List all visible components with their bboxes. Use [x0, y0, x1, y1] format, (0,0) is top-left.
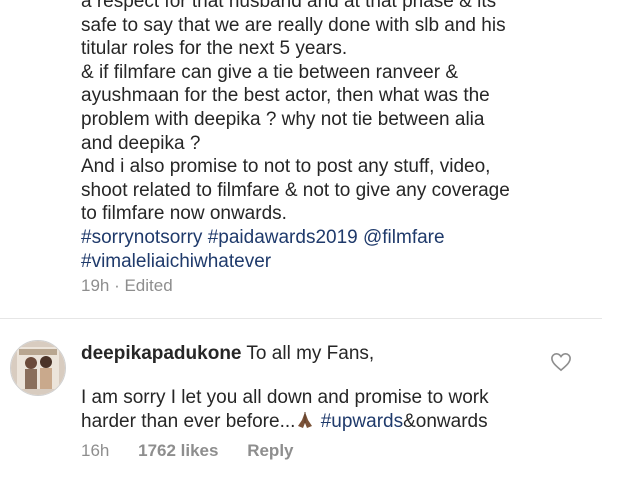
comment-line: problem with deepika ? why not tie betwe… — [81, 108, 485, 130]
avatar-image — [11, 341, 65, 395]
comment-line: harder than ever before... — [81, 411, 296, 432]
hashtag-link[interactable]: #vimaleliaichiwhatever — [81, 250, 601, 274]
comment-meta: 16h 1762 likes Reply — [81, 441, 318, 461]
likes-count[interactable]: 1762 likes — [138, 441, 218, 460]
comment-line: to filmfare now onwards. — [81, 203, 287, 225]
avatar[interactable] — [10, 340, 66, 396]
comment-line: & if filmfare can give a tie between ran… — [81, 61, 459, 83]
reply-button[interactable]: Reply — [247, 441, 293, 460]
divider — [0, 318, 602, 319]
comment-line-end: &onwards — [403, 411, 488, 432]
praying-hands-icon — [298, 412, 313, 428]
comment-line: shoot related to filmfare & not to give … — [81, 179, 510, 201]
username-link[interactable]: deepikapadukone — [81, 343, 242, 364]
comment-text-block: a respect for that husband and at that p… — [81, 0, 601, 273]
comment-timestamp[interactable]: 19h · Edited — [81, 276, 173, 296]
comment-line: and deepika ? — [81, 132, 201, 154]
comment-line: safe to say that we are really done with… — [81, 14, 506, 36]
comment-intro: To all my Fans, — [241, 343, 375, 364]
heart-icon[interactable] — [550, 352, 572, 372]
hashtag-links[interactable]: #sorrynotsorry #paidawards2019 @filmfare — [81, 226, 601, 250]
comment-line: ayushmaan for the best actor, then what … — [81, 85, 490, 107]
comment-line: a respect for that husband and at that p… — [81, 0, 497, 12]
comment-line: And i also promise to not to post any st… — [81, 156, 491, 178]
comment-timestamp[interactable]: 16h — [81, 441, 109, 460]
hashtag-link[interactable]: #upwards — [321, 411, 403, 432]
comment-line: I am sorry I let you all down and promis… — [81, 387, 489, 408]
comment-line: titular roles for the next 5 years. — [81, 38, 348, 60]
comment-reply-block: deepikapadukone To all my Fans, I am sor… — [81, 342, 581, 434]
